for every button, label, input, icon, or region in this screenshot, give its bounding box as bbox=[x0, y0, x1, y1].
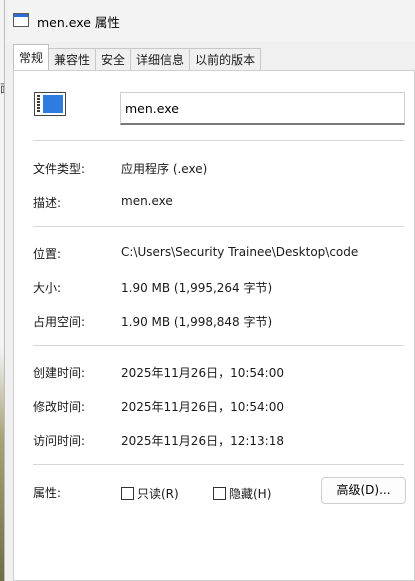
file-type-value: 应用程序 (.exe) bbox=[121, 162, 208, 176]
hidden-checkbox-box[interactable] bbox=[213, 487, 226, 500]
location-value: C:\Users\Security Trainee\Desktop\code bbox=[121, 245, 359, 259]
attributes-label: 属性: bbox=[33, 486, 62, 500]
application-icon bbox=[13, 13, 29, 27]
title-bar[interactable]: men.exe 属性 bbox=[5, 0, 415, 42]
accessed-label: 访问时间: bbox=[33, 434, 86, 448]
modified-label: 修改时间: bbox=[33, 400, 86, 414]
readonly-checkbox-label[interactable]: 只读(R) bbox=[137, 485, 179, 502]
accessed-value: 2025年11月26日，12:13:18 bbox=[121, 434, 284, 448]
readonly-checkbox-box[interactable] bbox=[121, 487, 134, 500]
readonly-checkbox[interactable]: 只读(R) bbox=[121, 485, 179, 502]
size-on-disk-label: 占用空间: bbox=[33, 315, 86, 329]
advanced-button[interactable]: 高级(D)... bbox=[321, 477, 406, 504]
file-type-label: 文件类型: bbox=[33, 162, 86, 176]
location-label: 位置: bbox=[33, 247, 62, 261]
tab-compatibility[interactable]: 兼容性 bbox=[48, 48, 97, 70]
exe-file-icon bbox=[34, 92, 66, 116]
tab-general[interactable]: 常规 bbox=[13, 44, 50, 70]
size-label: 大小: bbox=[33, 281, 62, 295]
created-value: 2025年11月26日，10:54:00 bbox=[121, 366, 284, 380]
properties-dialog: men.exe 属性 常规 兼容性 安全 详细信息 以前的版本 文件类型: 应用… bbox=[4, 0, 415, 581]
size-value: 1.90 MB (1,995,264 字节) bbox=[121, 281, 273, 295]
general-panel: 文件类型: 应用程序 (.exe) 描述: men.exe 位置: C:\Use… bbox=[13, 70, 415, 581]
description-value: men.exe bbox=[121, 194, 173, 208]
hidden-checkbox-label[interactable]: 隐藏(H) bbox=[229, 485, 271, 502]
hidden-checkbox[interactable]: 隐藏(H) bbox=[213, 485, 271, 502]
divider bbox=[33, 464, 404, 465]
filename-field[interactable] bbox=[120, 92, 405, 125]
size-on-disk-value: 1.90 MB (1,998,848 字节) bbox=[121, 315, 273, 329]
created-label: 创建时间: bbox=[33, 366, 86, 380]
tab-details[interactable]: 详细信息 bbox=[130, 48, 191, 70]
tab-previous-versions[interactable]: 以前的版本 bbox=[189, 48, 262, 70]
tab-security[interactable]: 安全 bbox=[95, 48, 132, 70]
divider bbox=[33, 226, 404, 227]
window-title: men.exe 属性 bbox=[37, 15, 120, 30]
divider bbox=[33, 140, 404, 141]
modified-value: 2025年11月26日，10:54:00 bbox=[121, 400, 284, 414]
tab-strip: 常规 兼容性 安全 详细信息 以前的版本 bbox=[13, 44, 262, 70]
divider bbox=[33, 345, 404, 346]
description-label: 描述: bbox=[33, 196, 62, 210]
